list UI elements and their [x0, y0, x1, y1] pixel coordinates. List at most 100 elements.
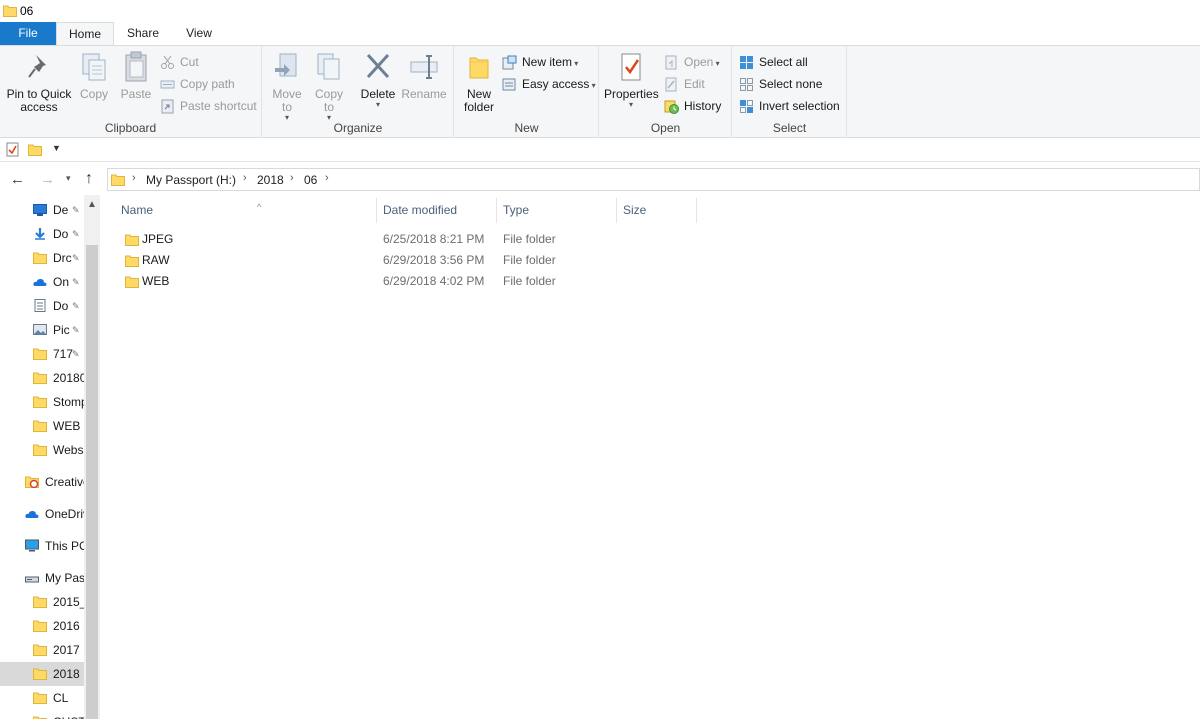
pin-to-quick-access-button[interactable]: Pin to Quick access: [4, 50, 74, 114]
forward-arrow-icon[interactable]: →: [40, 171, 55, 188]
folder-icon: [33, 596, 47, 608]
rename-button[interactable]: Rename: [401, 50, 447, 101]
history-button[interactable]: History: [664, 96, 721, 116]
up-arrow-icon[interactable]: ↑: [85, 170, 93, 188]
file-row[interactable]: RAW 6/29/2018 3:56 PM File folder: [120, 250, 680, 271]
nav-scrollbar[interactable]: ▲: [84, 195, 100, 719]
sidebar-item[interactable]: Do ✎: [0, 222, 84, 246]
back-arrow-icon[interactable]: ←: [10, 171, 25, 188]
copy-to-label-line1: Copy: [314, 87, 343, 101]
tab-home[interactable]: Home: [56, 22, 114, 46]
pin-label-line2: access: [20, 100, 58, 114]
quick-access-toolbar: ▼: [0, 138, 1200, 162]
column-header-date-modified[interactable]: Date modified: [377, 198, 497, 223]
copy-label: Copy: [79, 87, 108, 101]
sidebar-item-label: Do: [53, 227, 69, 241]
select-all-button[interactable]: Select all: [739, 52, 808, 72]
sidebar-item[interactable]: On ✎: [0, 270, 84, 294]
breadcrumb-drive[interactable]: My Passport (H:): [146, 173, 236, 187]
edit-button[interactable]: Edit: [664, 74, 705, 94]
copy-to-icon: [317, 53, 340, 80]
breadcrumb-2018[interactable]: 2018: [257, 173, 284, 187]
move-to-label-line2: to: [281, 100, 292, 114]
new-folder-button[interactable]: New folder: [459, 50, 499, 114]
properties-button[interactable]: Properties ▾: [604, 50, 659, 109]
copy-button[interactable]: Copy: [76, 50, 112, 101]
move-to-icon: [275, 53, 297, 77]
sidebar-item[interactable]: 717 ✎: [0, 342, 84, 366]
sidebar-item[interactable]: Pic ✎: [0, 318, 84, 342]
document-icon: [34, 299, 46, 312]
file-row[interactable]: JPEG 6/25/2018 8:21 PM File folder: [120, 229, 680, 250]
sidebar-item[interactable]: 20180: [0, 366, 84, 390]
customize-toolbar-icon[interactable]: ▼: [52, 143, 61, 153]
paste-button[interactable]: Paste: [116, 50, 156, 101]
copy-path-button[interactable]: Copy path: [160, 74, 235, 94]
file-type: File folder: [503, 232, 556, 246]
new-item-button[interactable]: New item ▾: [502, 52, 578, 72]
breadcrumb-06[interactable]: 06: [304, 173, 317, 187]
column-header-type[interactable]: Type: [497, 198, 617, 223]
sidebar-item-label: This PC: [45, 539, 84, 553]
select-none-button[interactable]: Select none: [739, 74, 822, 94]
sidebar-item[interactable]: OneDriv: [0, 502, 84, 526]
pin-icon: ✎: [72, 229, 80, 239]
sidebar-item[interactable]: CUSTO: [0, 710, 84, 719]
new-folder-icon[interactable]: [28, 143, 42, 156]
open-button[interactable]: Open ▾: [664, 52, 720, 72]
sidebar-item[interactable]: WEB: [0, 414, 84, 438]
new-group: New folder New item ▾ Easy access ▾ New: [455, 46, 599, 138]
sidebar-item[interactable]: Websi: [0, 438, 84, 462]
breadcrumb-separator-icon[interactable]: ›: [290, 172, 294, 184]
sidebar-item[interactable]: Creative: [0, 470, 84, 494]
address-bar[interactable]: › My Passport (H:) › 2018 › 06 ›: [107, 168, 1200, 191]
sidebar-item[interactable]: Drc ✎: [0, 246, 84, 270]
folder-icon: [33, 444, 47, 456]
sidebar-item[interactable]: This PC: [0, 534, 84, 558]
invert-selection-button[interactable]: Invert selection: [739, 96, 840, 116]
sidebar-item[interactable]: Do ✎: [0, 294, 84, 318]
sidebar-item[interactable]: My Pass: [0, 566, 84, 590]
breadcrumb-separator-icon[interactable]: ›: [325, 172, 329, 184]
sidebar-item[interactable]: Stomp: [0, 390, 84, 414]
tab-share[interactable]: Share: [116, 22, 170, 45]
file-row[interactable]: WEB 6/29/2018 4:02 PM File folder: [120, 271, 680, 292]
copy-to-button[interactable]: Copy to ▾: [311, 50, 347, 122]
address-row: ← → ▾ ↑ › My Passport (H:) › 2018 › 06 ›: [0, 166, 1200, 193]
sidebar-item[interactable]: 2016 E: [0, 614, 84, 638]
cut-button[interactable]: Cut: [160, 52, 199, 72]
breadcrumb-separator-icon[interactable]: ›: [132, 172, 136, 184]
sidebar-item[interactable]: De ✎: [0, 198, 84, 222]
title-bar: 06: [0, 0, 1200, 22]
invert-selection-label: Invert selection: [759, 99, 840, 113]
sidebar-item-label: On: [53, 275, 70, 289]
folder-icon: [33, 348, 47, 360]
column-header-name[interactable]: Name ^: [115, 198, 377, 223]
tab-view[interactable]: View: [172, 22, 226, 45]
recent-locations-chevron-icon[interactable]: ▾: [66, 173, 71, 184]
nav-scroll-thumb[interactable]: [86, 245, 98, 719]
column-header-size[interactable]: Size: [617, 198, 697, 223]
paste-shortcut-button[interactable]: Paste shortcut: [160, 96, 257, 116]
history-icon: [664, 100, 679, 114]
tab-file[interactable]: File: [0, 22, 56, 45]
file-date-modified: 6/25/2018 8:21 PM: [383, 232, 485, 246]
properties-icon[interactable]: [6, 142, 20, 157]
folder-icon: [125, 276, 139, 288]
delete-button[interactable]: Delete ▾: [359, 50, 397, 109]
sidebar-item[interactable]: 2018: [0, 662, 84, 686]
sidebar-item[interactable]: 2017: [0, 638, 84, 662]
move-to-button[interactable]: Move to ▾: [269, 50, 305, 122]
pin-icon: ✎: [72, 349, 80, 359]
column-date-label: Date modified: [383, 203, 458, 217]
sidebar-item[interactable]: CL: [0, 686, 84, 710]
breadcrumb-separator-icon[interactable]: ›: [243, 172, 247, 184]
folder-icon: [33, 396, 47, 408]
select-none-label: Select none: [759, 77, 823, 91]
easy-access-button[interactable]: Easy access ▾: [502, 74, 596, 94]
folder-icon: [33, 372, 47, 384]
sidebar-item[interactable]: 2015_2: [0, 590, 84, 614]
scroll-up-arrow-icon[interactable]: ▲: [87, 199, 97, 210]
select-all-label: Select all: [759, 55, 808, 69]
paste-label: Paste: [120, 87, 152, 101]
